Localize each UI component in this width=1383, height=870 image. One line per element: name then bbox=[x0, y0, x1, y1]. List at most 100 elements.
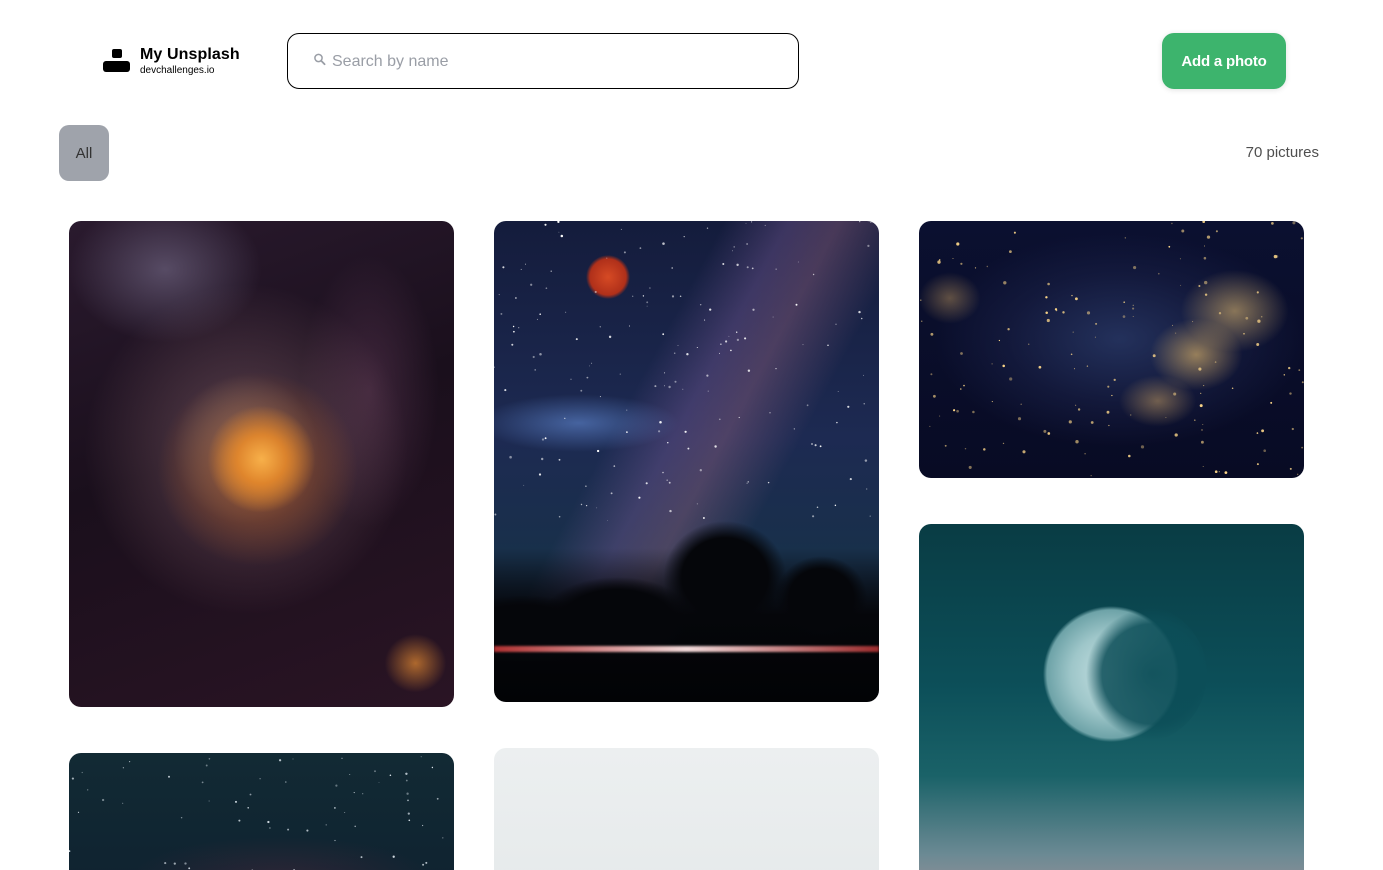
star-dot bbox=[1192, 321, 1194, 323]
star-dot bbox=[249, 793, 252, 796]
star-dot bbox=[797, 261, 799, 263]
star-dot bbox=[679, 295, 682, 297]
star-dot bbox=[658, 430, 661, 433]
star-dot bbox=[764, 224, 766, 226]
star-dot bbox=[1218, 471, 1220, 473]
star-dot bbox=[1106, 410, 1110, 414]
star-dot bbox=[1256, 432, 1259, 434]
star-dot bbox=[1257, 319, 1261, 323]
star-dot bbox=[406, 792, 409, 795]
star-dot bbox=[814, 444, 817, 447]
star-dot bbox=[736, 263, 739, 267]
star-dot bbox=[671, 295, 675, 298]
star-dot bbox=[544, 223, 547, 226]
star-dot bbox=[1243, 332, 1245, 335]
star-dot bbox=[1046, 318, 1050, 323]
gallery-photo-moon[interactable] bbox=[919, 524, 1304, 870]
star-dot bbox=[968, 465, 972, 469]
star-dot bbox=[1206, 235, 1211, 239]
star-dot bbox=[1214, 361, 1217, 363]
star-dot bbox=[972, 410, 975, 414]
star-dot bbox=[580, 503, 583, 506]
star-dot bbox=[837, 391, 839, 392]
gallery-photo-fluid-art[interactable] bbox=[69, 221, 454, 707]
star-dot bbox=[1047, 432, 1051, 435]
star-dot bbox=[1231, 387, 1234, 390]
star-dot bbox=[565, 311, 567, 313]
star-dot bbox=[1043, 429, 1047, 433]
star-dot bbox=[1200, 392, 1202, 395]
star-dot bbox=[596, 507, 598, 509]
star-dot bbox=[736, 338, 740, 342]
star-dot bbox=[730, 349, 732, 352]
filter-all-button[interactable]: All bbox=[59, 125, 109, 181]
star-dot bbox=[1200, 440, 1204, 444]
star-dot bbox=[1194, 419, 1196, 421]
star-dot bbox=[795, 303, 798, 306]
star-dot bbox=[164, 862, 167, 865]
star-dot bbox=[864, 459, 868, 462]
star-dot bbox=[1038, 365, 1042, 369]
gallery-photo-pale-sky[interactable] bbox=[494, 748, 879, 870]
star-dot bbox=[1062, 311, 1065, 314]
star-dot bbox=[1077, 408, 1081, 411]
star-dot bbox=[585, 485, 587, 488]
star-dot bbox=[512, 325, 515, 328]
star-dot bbox=[570, 378, 572, 380]
star-dot bbox=[599, 396, 601, 398]
star-dot bbox=[732, 250, 733, 252]
gallery-photo-night-sky[interactable] bbox=[494, 221, 879, 702]
star-dot bbox=[180, 816, 183, 819]
star-dot bbox=[686, 353, 689, 356]
star-dot bbox=[1291, 427, 1294, 431]
star-dot bbox=[696, 346, 698, 349]
star-dot bbox=[122, 802, 124, 804]
star-dot bbox=[866, 488, 868, 490]
star-dot bbox=[860, 317, 863, 320]
star-dot bbox=[208, 758, 211, 760]
star-dot bbox=[545, 287, 548, 290]
star-dot bbox=[1171, 222, 1173, 225]
star-dot bbox=[1128, 454, 1131, 458]
star-dot bbox=[539, 353, 542, 356]
search-input[interactable] bbox=[332, 50, 772, 74]
star-dot bbox=[1203, 385, 1205, 387]
star-dot bbox=[983, 448, 986, 451]
star-dot bbox=[1198, 284, 1201, 288]
star-dot bbox=[811, 443, 813, 445]
star-dot bbox=[632, 295, 634, 297]
star-dot bbox=[1288, 366, 1291, 370]
star-dot bbox=[558, 515, 561, 518]
star-dot bbox=[1008, 250, 1012, 254]
star-dot bbox=[504, 389, 507, 392]
star-dot bbox=[335, 784, 338, 787]
star-dot bbox=[1132, 304, 1134, 306]
star-dot bbox=[515, 297, 517, 299]
star-dot bbox=[1133, 266, 1137, 270]
star-dot bbox=[1271, 222, 1274, 225]
star-dot bbox=[405, 779, 408, 782]
gallery-photo-usa-night[interactable] bbox=[919, 221, 1304, 478]
star-dot bbox=[285, 781, 287, 783]
star-dot bbox=[1002, 364, 1005, 368]
star-dot bbox=[733, 246, 735, 248]
star-dot bbox=[960, 262, 963, 265]
logo-text: My Unsplash devchallenges.io bbox=[140, 46, 240, 76]
star-dot bbox=[405, 772, 408, 775]
star-dot bbox=[835, 323, 837, 325]
city-lights-decoration bbox=[920, 221, 1304, 477]
star-dot bbox=[122, 767, 125, 769]
gallery-photo-starry-sky[interactable] bbox=[69, 753, 454, 870]
star-dot bbox=[530, 283, 533, 286]
star-dot bbox=[1215, 230, 1218, 233]
star-dot bbox=[944, 444, 947, 447]
star-dot bbox=[1198, 367, 1202, 371]
star-dot bbox=[920, 299, 922, 301]
search-box[interactable] bbox=[287, 33, 799, 89]
add-photo-button[interactable]: Add a photo bbox=[1162, 33, 1286, 89]
logo[interactable]: My Unsplash devchallenges.io bbox=[103, 44, 253, 78]
star-dot bbox=[1224, 471, 1228, 474]
star-dot bbox=[620, 228, 622, 230]
star-dot bbox=[1201, 429, 1203, 431]
star-dot bbox=[1075, 404, 1077, 406]
